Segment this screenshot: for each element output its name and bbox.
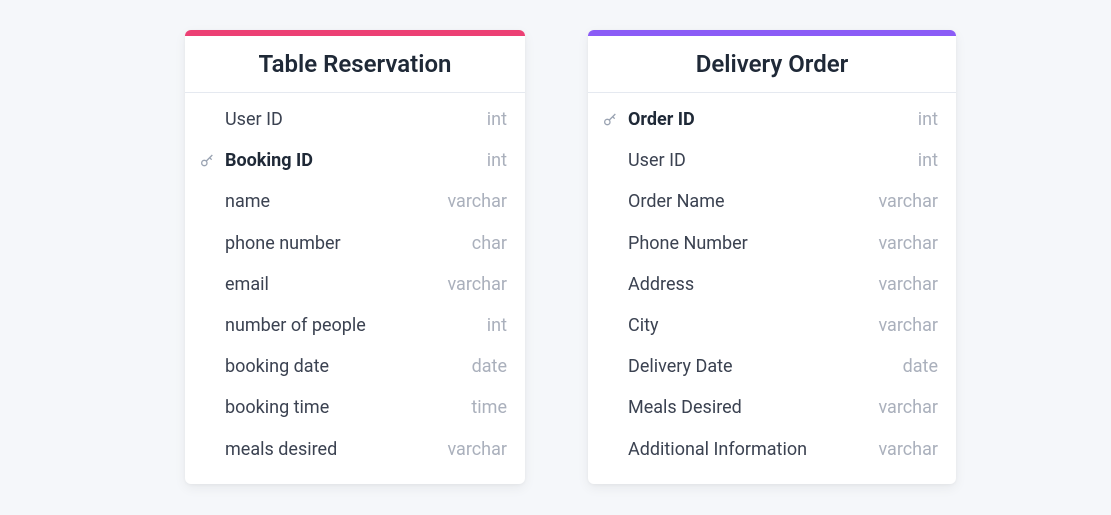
column-row[interactable]: Address varchar: [588, 264, 956, 305]
column-type: date: [472, 354, 507, 379]
column-name: phone number: [225, 231, 464, 256]
column-name: meals desired: [225, 437, 439, 462]
column-name: Address: [628, 272, 870, 297]
column-type: varchar: [878, 231, 938, 256]
column-row[interactable]: email varchar: [185, 264, 525, 305]
column-name: name: [225, 189, 439, 214]
column-type: varchar: [878, 189, 938, 214]
column-name: Meals Desired: [628, 395, 870, 420]
column-list: User ID int Booking ID int name varchar …: [185, 93, 525, 484]
column-row[interactable]: number of people int: [185, 305, 525, 346]
column-type: varchar: [447, 272, 507, 297]
column-row[interactable]: booking time time: [185, 387, 525, 428]
column-type: varchar: [878, 272, 938, 297]
column-list: Order ID int User ID int Order Name varc…: [588, 93, 956, 484]
column-name: User ID: [225, 107, 479, 132]
column-type: varchar: [447, 437, 507, 462]
column-name: email: [225, 272, 439, 297]
column-type: varchar: [878, 395, 938, 420]
column-type: varchar: [878, 437, 938, 462]
column-name: City: [628, 313, 870, 338]
column-name: Delivery Date: [628, 354, 895, 379]
column-row[interactable]: Phone Number varchar: [588, 223, 956, 264]
column-name: Additional Information: [628, 437, 870, 462]
column-type: int: [918, 148, 938, 173]
column-type: varchar: [878, 313, 938, 338]
key-icon: [199, 153, 225, 169]
entity-title: Table Reservation: [201, 50, 509, 78]
column-row[interactable]: meals desired varchar: [185, 429, 525, 470]
column-type: int: [918, 107, 938, 132]
column-name: Order Name: [628, 189, 870, 214]
column-name: Order ID: [628, 107, 910, 132]
column-row[interactable]: Meals Desired varchar: [588, 387, 956, 428]
column-row[interactable]: name varchar: [185, 181, 525, 222]
column-row[interactable]: Order Name varchar: [588, 181, 956, 222]
column-row[interactable]: Order ID int: [588, 99, 956, 140]
column-name: booking time: [225, 395, 463, 420]
column-type: varchar: [447, 189, 507, 214]
column-row[interactable]: User ID int: [185, 99, 525, 140]
column-type: int: [487, 148, 507, 173]
column-type: int: [487, 313, 507, 338]
column-row[interactable]: Delivery Date date: [588, 346, 956, 387]
column-type: date: [903, 354, 938, 379]
column-row[interactable]: Booking ID int: [185, 140, 525, 181]
column-name: Phone Number: [628, 231, 870, 256]
er-diagram-canvas: Table Reservation User ID int Booking ID…: [0, 30, 1111, 515]
column-name: booking date: [225, 354, 464, 379]
column-name: User ID: [628, 148, 910, 173]
column-row[interactable]: User ID int: [588, 140, 956, 181]
column-type: char: [472, 231, 507, 256]
column-row[interactable]: phone number char: [185, 223, 525, 264]
entity-header: Delivery Order: [588, 36, 956, 93]
column-name: Booking ID: [225, 148, 479, 173]
column-row[interactable]: Additional Information varchar: [588, 429, 956, 470]
column-row[interactable]: booking date date: [185, 346, 525, 387]
key-icon: [602, 112, 628, 128]
entity-delivery-order[interactable]: Delivery Order Order ID int User ID int …: [588, 30, 956, 484]
entity-title: Delivery Order: [604, 50, 940, 78]
entity-header: Table Reservation: [185, 36, 525, 93]
entity-table-reservation[interactable]: Table Reservation User ID int Booking ID…: [185, 30, 525, 484]
column-row[interactable]: City varchar: [588, 305, 956, 346]
column-type: time: [471, 395, 507, 420]
column-type: int: [487, 107, 507, 132]
column-name: number of people: [225, 313, 479, 338]
